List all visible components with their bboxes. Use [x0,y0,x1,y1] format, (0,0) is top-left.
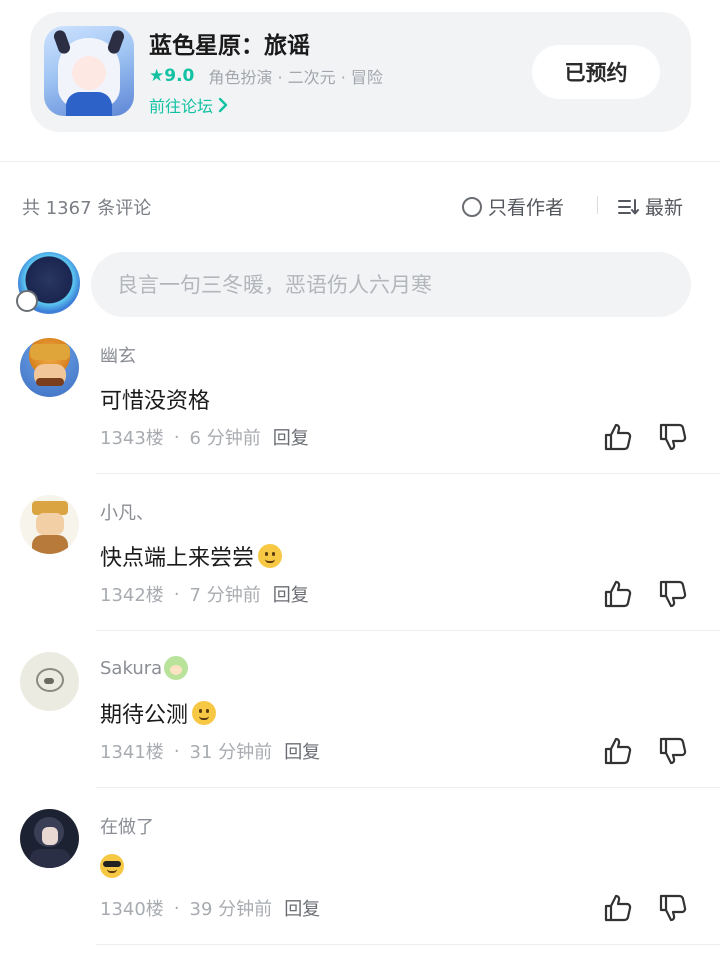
character-face [72,56,106,90]
reply-button[interactable]: 回复 [284,895,320,921]
thumbs-up-icon[interactable] [603,893,633,923]
my-avatar[interactable] [16,252,80,314]
comment-floor: 1341楼 [100,742,164,763]
comment-author[interactable]: 小凡、 [100,499,154,525]
thumbs-down-icon[interactable] [658,579,688,609]
comment-author-name: Sakura [100,657,163,679]
comment-meta: 1341楼 · 31 分钟前 回复 [100,738,320,764]
comment-author[interactable]: 幽玄 [100,342,136,368]
thumbs-up-icon[interactable] [603,736,633,766]
comment-time: 6 分钟前 [189,428,261,449]
comment-text [100,854,124,878]
smile-emoji-icon [258,544,283,568]
comment-item[interactable]: 小凡、 快点端上来尝尝 1342楼 · 7 分钟前 回复 [0,495,720,652]
avatar[interactable] [20,809,79,868]
comment-item[interactable]: Sakura 期待公测 1341楼 · 31 分钟前 回复 [0,652,720,809]
character-badge-icon [164,656,189,680]
comment-divider [96,630,720,631]
thumbs-up-icon[interactable] [603,422,633,452]
game-tags: 角色扮演 · 二次元 · 冒险 [208,68,383,87]
avatar[interactable] [20,338,79,397]
avatar[interactable] [20,652,79,711]
comment-time: 31 分钟前 [189,742,273,763]
thumbs-down-icon[interactable] [658,422,688,452]
forum-link-label: 前往论坛 [149,97,214,116]
game-icon-image[interactable] [44,26,134,116]
comment-floor: 1340楼 [100,899,164,920]
comment-author[interactable]: Sakura [100,656,189,680]
thumbs-down-icon[interactable] [658,893,688,923]
comment-divider [96,944,720,945]
comment-text: 可惜没资格 [100,389,211,414]
chevron-right-icon [218,97,228,113]
comment-count: 共 1367 条评论 [22,198,152,219]
meta-dot: · [173,426,180,448]
game-title[interactable]: 蓝色星原：旅谣 [149,26,310,60]
comment-text-content: 快点端上来尝尝 [100,546,255,571]
radio-circle-icon [462,196,482,217]
sort-list-icon [618,198,639,214]
meta-dot: · [173,740,180,762]
game-rating: ★9.0 [149,66,195,86]
meta-dot: · [173,897,180,919]
avatar[interactable] [20,495,79,554]
sort-button[interactable]: 最新 [617,193,683,220]
section-divider [0,161,720,162]
character-dress [66,92,112,116]
sort-label: 最新 [645,197,684,219]
reply-button[interactable]: 回复 [284,738,320,764]
comment-text-content: 期待公测 [100,703,189,728]
comment-floor: 1342楼 [100,585,164,606]
author-only-label: 只看作者 [488,197,565,219]
game-card[interactable]: 蓝色星原：旅谣 ★9.0 角色扮演 · 二次元 · 冒险 前往论坛 已预约 [30,12,691,132]
sunglasses-emoji-icon [100,854,124,878]
comment-item[interactable]: 在做了 1340楼 · 39 分钟前 回复 [0,809,720,960]
comment-text: 快点端上来尝尝 [100,540,283,572]
comment-time: 39 分钟前 [189,899,273,920]
smile-emoji-icon [192,701,217,725]
comment-meta: 1342楼 · 7 分钟前 回复 [100,581,309,607]
comment-divider [96,473,720,474]
comment-floor: 1343楼 [100,428,164,449]
forum-link[interactable]: 前往论坛 [149,93,228,117]
comment-text: 期待公测 [100,697,217,729]
reply-button[interactable]: 回复 [273,581,309,607]
reserved-button[interactable]: 已预约 [532,45,660,99]
reply-button[interactable]: 回复 [273,424,309,450]
character-horn [106,28,126,56]
header-separator [597,196,598,214]
thumbs-up-icon[interactable] [603,579,633,609]
comment-divider [96,787,720,788]
comment-meta: 1343楼 · 6 分钟前 回复 [100,424,309,450]
comment-time: 7 分钟前 [189,585,261,606]
comment-input[interactable] [91,252,691,317]
skull-badge-icon [16,290,38,312]
comment-author[interactable]: 在做了 [100,813,154,839]
game-meta: ★9.0 角色扮演 · 二次元 · 冒险 [149,64,383,88]
character-horn [52,28,72,56]
comment-meta: 1340楼 · 39 分钟前 回复 [100,895,320,921]
meta-dot: · [173,583,180,605]
author-only-toggle[interactable]: 只看作者 [462,193,564,220]
thumbs-down-icon[interactable] [658,736,688,766]
comment-item[interactable]: 幽玄 可惜没资格 1343楼 · 6 分钟前 回复 [0,338,720,495]
